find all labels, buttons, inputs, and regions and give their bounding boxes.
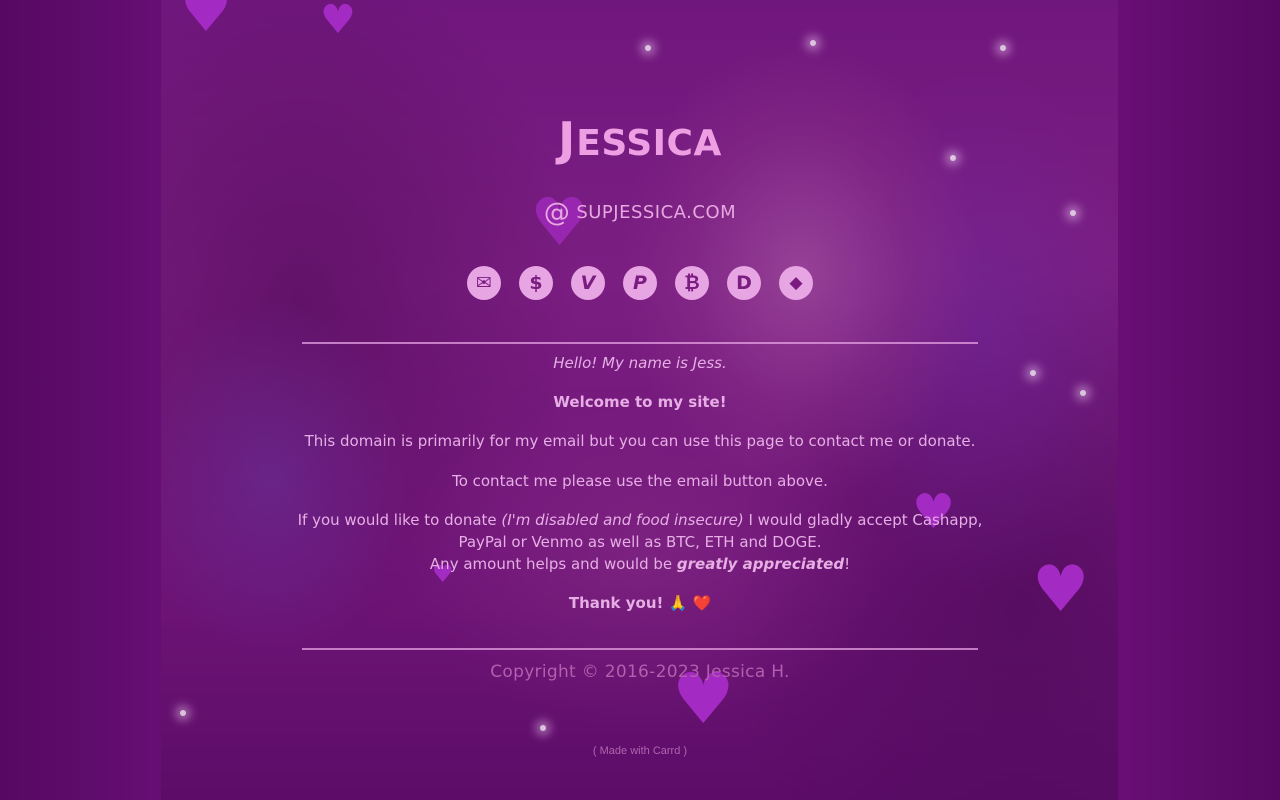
bitcoin-glyph: ₿ [684,271,700,294]
top-divider [302,342,978,344]
dogecoin-glyph: D [736,272,752,294]
email-glyph: ✉ [476,272,492,294]
amount-end: ! [844,555,851,573]
venmo-icon[interactable]: V [571,266,605,300]
title-initial: J [558,112,577,166]
contact-text: To contact me please use the email butto… [452,472,828,490]
donate-note: (I'm disabled and food insecure) [501,511,744,529]
title-rest: ESSICA [576,123,722,164]
cashapp-glyph: $ [529,272,543,294]
purpose-text: This domain is primarily for my email bu… [304,432,976,450]
bottom-divider [302,648,978,650]
at-icon: @ [543,198,571,228]
donate-text: If you would like to donate (I'm disable… [290,509,990,575]
copyright-text: Copyright © 2016-2023 Jessica H. [490,662,790,682]
main-content: JESSICA @ SUPJESSICA.COM ✉ $ V P ₿ D ◆ He… [0,0,1280,800]
amount-start: Any amount helps and would be [429,555,677,573]
ethereum-glyph: ◆ [789,273,803,293]
cashapp-icon[interactable]: $ [519,266,553,300]
paypal-icon[interactable]: P [623,266,657,300]
social-icons: ✉ $ V P ₿ D ◆ [0,266,1280,300]
welcome-text: Welcome to my site! [553,393,727,411]
email-icon[interactable]: ✉ [467,266,501,300]
domain-link[interactable]: @ SUPJESSICA.COM [0,198,1280,228]
domain-text: SUPJESSICA.COM [576,202,737,223]
dogecoin-icon[interactable]: D [727,266,761,300]
page-background: ♥ ♥ ♥ ♥ ♥ ♥ ♥ JESSICA @ SUPJESSICA.COM ✉ … [0,0,1280,800]
amount-emphasis: greatly appreciated [676,555,845,573]
page-title: JESSICA [0,112,1280,166]
paypal-glyph: P [633,272,647,294]
bitcoin-icon[interactable]: ₿ [675,266,709,300]
venmo-glyph: V [580,272,596,294]
ethereum-icon[interactable]: ◆ [779,266,813,300]
thanks-text: Thank you! 🙏 ❤️ [568,594,712,612]
made-with-carrd-link[interactable]: ( Made with Carrd ) [0,745,1280,757]
donate-start: If you would like to donate [297,511,502,529]
hello-text: Hello! My name is Jess. [553,354,727,372]
